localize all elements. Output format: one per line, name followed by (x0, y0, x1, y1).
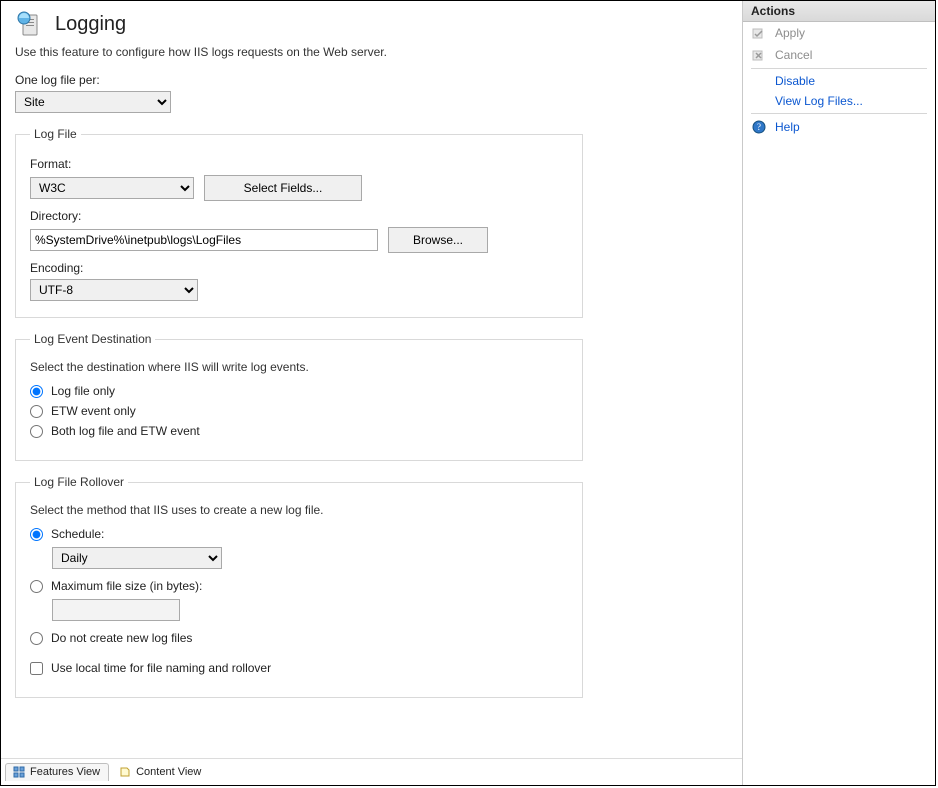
log-file-group: Log File Format: W3C Select Fields... Di… (15, 127, 583, 318)
format-select[interactable]: W3C (30, 177, 194, 199)
action-cancel: Cancel (743, 44, 935, 66)
bottom-tabs: Features View Content View (1, 758, 742, 785)
action-cancel-label: Cancel (775, 48, 812, 62)
action-help-label: Help (775, 120, 800, 134)
log-file-rollover-legend: Log File Rollover (30, 475, 128, 489)
radio-max-file-size-label: Maximum file size (in bytes): (51, 579, 202, 593)
radio-schedule[interactable] (30, 528, 43, 541)
schedule-select[interactable]: Daily (52, 547, 222, 569)
log-event-destination-description: Select the destination where IIS will wr… (30, 360, 568, 374)
radio-log-file-only[interactable] (30, 385, 43, 398)
radio-etw-only-label: ETW event only (51, 404, 136, 418)
one-log-file-per-label: One log file per: (15, 73, 728, 87)
page-description: Use this feature to configure how IIS lo… (15, 45, 728, 59)
checkbox-use-local-time[interactable] (30, 662, 43, 675)
tab-content-view[interactable]: Content View (111, 763, 210, 781)
features-view-icon (12, 765, 26, 779)
log-file-rollover-group: Log File Rollover Select the method that… (15, 475, 583, 698)
action-disable-label: Disable (775, 74, 815, 88)
svg-text:?: ? (757, 122, 761, 132)
one-log-file-per-select[interactable]: Site (15, 91, 171, 113)
format-label: Format: (30, 157, 568, 171)
radio-no-new-log-files-label: Do not create new log files (51, 631, 192, 645)
directory-input[interactable] (30, 229, 378, 251)
action-help[interactable]: ? Help (743, 116, 935, 138)
tab-features-view[interactable]: Features View (5, 763, 109, 781)
actions-pane: Actions Apply Cancel Disable View Log Fi… (743, 1, 935, 785)
actions-header: Actions (743, 1, 935, 22)
radio-log-file-only-label: Log file only (51, 384, 115, 398)
encoding-select[interactable]: UTF-8 (30, 279, 198, 301)
checkbox-use-local-time-label: Use local time for file naming and rollo… (51, 661, 271, 675)
radio-both[interactable] (30, 425, 43, 438)
directory-label: Directory: (30, 209, 568, 223)
log-file-legend: Log File (30, 127, 81, 141)
page-title: Logging (55, 13, 126, 36)
log-event-destination-group: Log Event Destination Select the destina… (15, 332, 583, 461)
apply-icon (751, 25, 767, 41)
browse-button[interactable]: Browse... (388, 227, 488, 253)
log-file-rollover-description: Select the method that IIS uses to creat… (30, 503, 568, 517)
tab-content-view-label: Content View (136, 766, 201, 778)
action-disable[interactable]: Disable (743, 71, 935, 91)
action-view-log-files-label: View Log Files... (775, 94, 863, 108)
radio-both-label: Both log file and ETW event (51, 424, 200, 438)
max-file-size-input[interactable] (52, 599, 180, 621)
help-icon: ? (751, 119, 767, 135)
cancel-icon (751, 47, 767, 63)
radio-max-file-size[interactable] (30, 580, 43, 593)
action-apply: Apply (743, 22, 935, 44)
action-apply-label: Apply (775, 26, 805, 40)
action-view-log-files[interactable]: View Log Files... (743, 91, 935, 111)
encoding-label: Encoding: (30, 261, 568, 275)
radio-no-new-log-files[interactable] (30, 632, 43, 645)
content-view-icon (118, 765, 132, 779)
log-event-destination-legend: Log Event Destination (30, 332, 155, 346)
radio-schedule-label: Schedule: (51, 527, 104, 541)
select-fields-button[interactable]: Select Fields... (204, 175, 362, 201)
radio-etw-only[interactable] (30, 405, 43, 418)
tab-features-view-label: Features View (30, 766, 100, 778)
logging-icon (15, 9, 45, 39)
